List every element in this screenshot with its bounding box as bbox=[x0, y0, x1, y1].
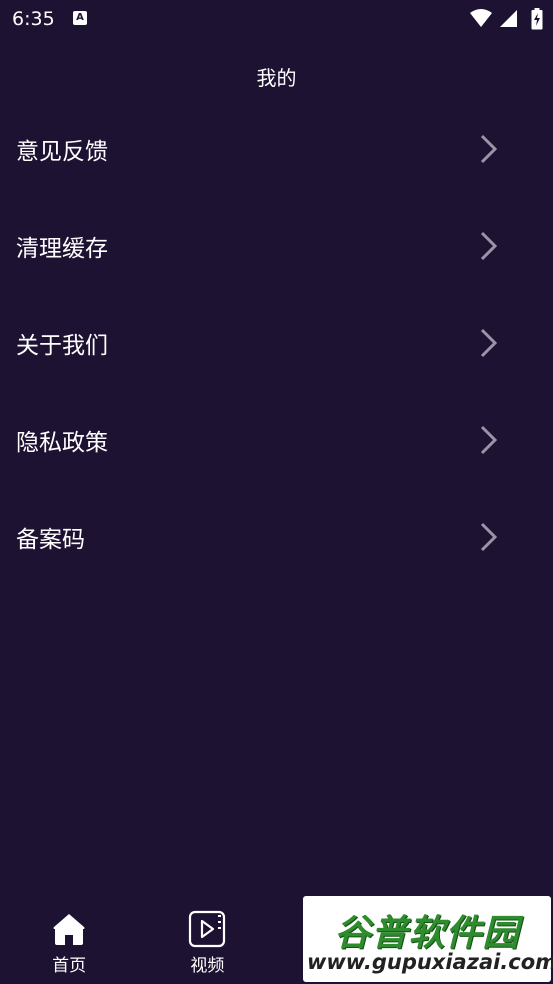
menu-item-label: 清理缓存 bbox=[16, 235, 108, 262]
menu-item-about-us[interactable]: 关于我们 bbox=[0, 294, 553, 391]
nav-item-video[interactable]: 视频 bbox=[138, 900, 276, 984]
menu-item-feedback[interactable]: 意见反馈 bbox=[0, 100, 553, 197]
menu-item-label: 关于我们 bbox=[16, 332, 108, 359]
menu-item-icp-filing[interactable]: 备案码 bbox=[0, 488, 553, 585]
chevron-right-icon bbox=[480, 425, 498, 454]
menu-item-clear-cache[interactable]: 清理缓存 bbox=[0, 197, 553, 294]
wifi-icon bbox=[469, 9, 492, 27]
nav-label-video: 视频 bbox=[190, 956, 225, 976]
signal-icon bbox=[499, 10, 517, 27]
chevron-right-icon bbox=[480, 522, 498, 551]
menu-item-privacy-policy[interactable]: 隐私政策 bbox=[0, 391, 553, 488]
menu-item-label: 备案码 bbox=[16, 526, 85, 553]
chevron-right-icon bbox=[480, 328, 498, 357]
watermark-logo: 谷普软件园 www.gupuxiazai.com bbox=[303, 896, 553, 982]
settings-menu-list: 意见反馈 清理缓存 关于我们 隐私政策 备案码 bbox=[0, 100, 553, 585]
battery-icon bbox=[531, 8, 543, 30]
menu-item-label: 意见反馈 bbox=[16, 138, 108, 165]
watermark-brand: 谷普软件园 bbox=[334, 913, 520, 954]
home-icon bbox=[53, 914, 85, 945]
page-title: 我的 bbox=[256, 66, 297, 90]
status-time: 6:35 bbox=[12, 8, 55, 30]
nav-label-home: 首页 bbox=[52, 956, 87, 976]
status-bar: 6:35 A bbox=[0, 0, 553, 38]
chevron-right-icon bbox=[480, 231, 498, 260]
notification-a-icon: A bbox=[73, 11, 87, 25]
nav-item-home[interactable]: 首页 bbox=[0, 900, 138, 984]
menu-item-label: 隐私政策 bbox=[16, 429, 108, 456]
video-play-icon bbox=[189, 910, 226, 948]
status-indicators bbox=[469, 8, 543, 30]
chevron-right-icon bbox=[480, 134, 498, 163]
watermark-url: www.gupuxiazai.com bbox=[307, 950, 553, 974]
